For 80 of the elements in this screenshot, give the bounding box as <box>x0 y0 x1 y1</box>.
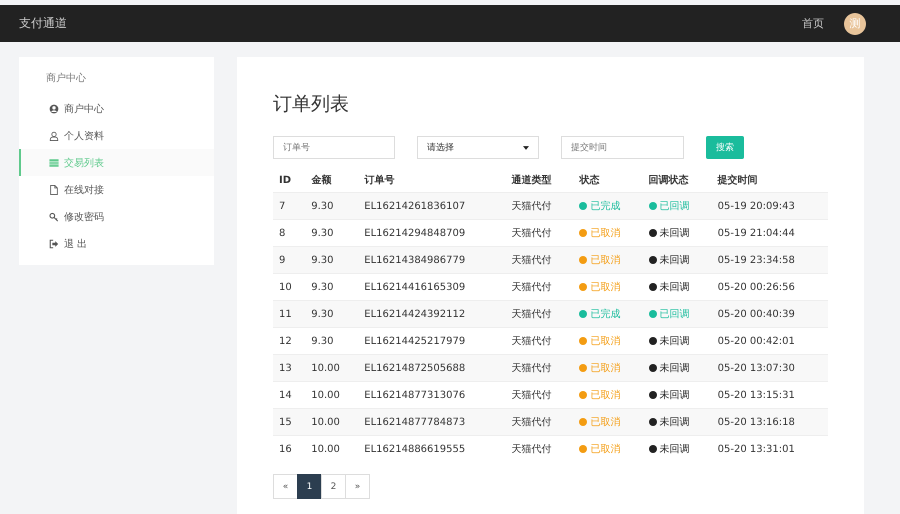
status-text: 已回调 <box>660 201 690 212</box>
sign-out-icon <box>49 238 59 248</box>
table-cell: EL16214384986779 <box>358 246 506 274</box>
status-text: 未回调 <box>660 444 690 455</box>
table-cell: 7 <box>273 192 306 220</box>
table-cell: 10.00 <box>305 408 358 436</box>
column-header: 回调状态 <box>642 168 712 192</box>
submit-time-field[interactable]: 提交时间 <box>561 136 684 159</box>
column-header: 金额 <box>305 168 358 192</box>
sidebar-heading: 商户中心 <box>45 72 87 86</box>
status-text: 未回调 <box>660 255 690 266</box>
table-cell: 05-20 13:07:30 <box>712 354 828 382</box>
table-cell: 11 <box>273 300 306 328</box>
table-cell: 天猫代付 <box>506 436 574 462</box>
table-cell: 05-20 13:16:18 <box>712 408 828 436</box>
list-icon <box>49 158 59 168</box>
table-cell: EL16214424392112 <box>358 300 506 328</box>
caret-icon <box>523 146 529 150</box>
table-cell: EL16214886619555 <box>358 436 506 462</box>
table-cell: 05-19 23:34:58 <box>712 246 828 274</box>
column-header: 通道类型 <box>506 168 574 192</box>
table-cell: 天猫代付 <box>506 246 574 274</box>
table-cell: EL16214872505688 <box>358 354 506 382</box>
table-cell: 天猫代付 <box>506 300 574 328</box>
table-cell: EL16214261836107 <box>358 192 506 220</box>
page-link[interactable]: « <box>273 474 298 499</box>
column-header: 提交时间 <box>712 168 828 192</box>
table-cell: 15 <box>273 408 306 436</box>
file-icon <box>49 184 59 194</box>
table-cell: 天猫代付 <box>506 408 574 436</box>
table-cell: 9 <box>273 246 306 274</box>
status-text: 未回调 <box>660 390 690 401</box>
user-circle-icon <box>49 104 59 114</box>
status-text: 已完成 <box>590 201 620 212</box>
table-cell: 10.00 <box>305 354 358 382</box>
status-text: 已回调 <box>660 309 690 320</box>
status-text: 未回调 <box>660 417 690 428</box>
status-text: 已取消 <box>590 390 620 401</box>
sidebar-item[interactable]: 修改密码 <box>19 203 214 230</box>
status-text: 已取消 <box>590 444 620 455</box>
status-text: 已取消 <box>590 417 620 428</box>
column-header: ID <box>273 168 306 192</box>
table-cell: 16 <box>273 436 306 462</box>
table-cell: 10.00 <box>305 436 358 462</box>
status-text: 已取消 <box>590 228 620 239</box>
home-link[interactable]: 首页 <box>802 16 824 31</box>
table-cell: 13 <box>273 354 306 382</box>
table-cell: 05-20 00:40:39 <box>712 300 828 328</box>
page-link[interactable]: » <box>345 474 370 499</box>
channel-select[interactable]: 请选择 <box>417 136 539 159</box>
order-number-field[interactable]: 订单号 <box>273 136 395 159</box>
page-link[interactable]: 1 <box>297 474 322 499</box>
table-cell: 9.30 <box>305 192 358 220</box>
table-cell: 05-19 20:09:43 <box>712 192 828 220</box>
status-text: 已取消 <box>590 255 620 266</box>
table-cell: 9.30 <box>305 246 358 274</box>
table-cell: 05-20 13:31:01 <box>712 436 828 462</box>
page-title: 订单列表 <box>273 92 350 117</box>
status-text: 未回调 <box>660 336 690 347</box>
status-text: 已取消 <box>590 282 620 293</box>
table-cell: 天猫代付 <box>506 192 574 220</box>
column-header: 订单号 <box>358 168 506 192</box>
table-cell: 天猫代付 <box>506 354 574 382</box>
sidebar-item[interactable]: 退 出 <box>19 230 214 257</box>
sidebar-item[interactable]: 商户中心 <box>19 95 214 122</box>
status-text: 已完成 <box>590 309 620 320</box>
table-cell: 9.30 <box>305 300 358 328</box>
column-header: 状态 <box>573 168 643 192</box>
status-text: 已取消 <box>590 363 620 374</box>
site-title: 支付通道 <box>19 15 68 32</box>
status-text: 未回调 <box>660 228 690 239</box>
sidebar-item[interactable]: 在线对接 <box>19 176 214 203</box>
key-icon <box>49 212 59 222</box>
status-text: 未回调 <box>660 282 690 293</box>
status-text: 已取消 <box>590 336 620 347</box>
sidebar-item[interactable]: 个人资料 <box>19 122 214 149</box>
user-icon <box>49 130 59 140</box>
status-text: 未回调 <box>660 363 690 374</box>
table-cell: EL16214877784873 <box>358 408 506 436</box>
page-link[interactable]: 2 <box>321 474 346 499</box>
